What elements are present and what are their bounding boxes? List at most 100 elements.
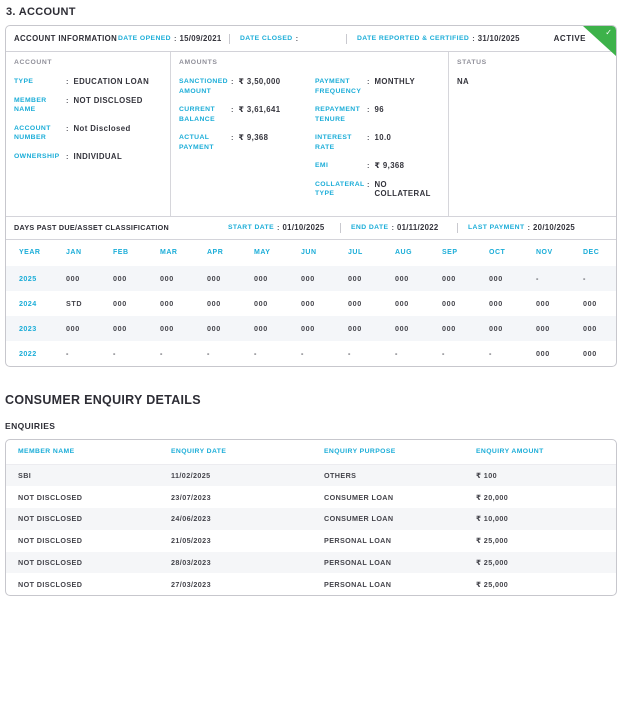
colon: :: [231, 105, 234, 124]
dpd-value-cell: 000: [489, 274, 536, 283]
dpd-value-cell: 000: [113, 324, 160, 333]
colon: :: [528, 223, 531, 232]
enquiry-cell: NOT DISCLOSED: [6, 514, 159, 523]
dpd-table-body: 2025 000 000 000 000 000: [6, 266, 616, 366]
vertical-divider: [229, 34, 230, 44]
end-date-value: 01/11/2022: [397, 223, 439, 232]
enquiry-cell: PERSONAL LOAN: [312, 580, 464, 589]
field-row: ACTUAL PAYMENT : ₹ 9,368: [179, 133, 311, 152]
dpd-value-cell: 000: [254, 274, 301, 283]
dpd-table-header: YEAR JAN FEB MAR APR MAY JUN JUL AUG SEP…: [6, 239, 616, 266]
enquiry-table-row: NOT DISCLOSED 23/07/2023 CONSUMER LOAN ₹…: [6, 486, 616, 508]
colon: :: [66, 96, 69, 115]
field-value: 96: [375, 105, 384, 124]
enquiry-cell: CONSUMER LOAN: [312, 493, 464, 502]
account-field-list: TYPE : EDUCATION LOAN MEMBER NAME : NOT …: [14, 77, 162, 161]
dpd-value-cell: -: [301, 349, 348, 358]
enquiry-cell: ₹ 25,000: [464, 580, 616, 589]
end-date-field: END DATE : 01/11/2022: [351, 223, 447, 232]
dpd-column-header: MAY: [254, 249, 301, 256]
dpd-value-cell: 000: [348, 274, 395, 283]
field-value: INDIVIDUAL: [74, 152, 123, 162]
field-row: SANCTIONED AMOUNT : ₹ 3,50,000: [179, 77, 311, 96]
vertical-divider: [346, 34, 347, 44]
field-value: Not Disclosed: [74, 124, 131, 143]
dpd-value-cell: 000: [66, 324, 113, 333]
dpd-column-header: JUN: [301, 249, 348, 256]
dpd-value-cell: 000: [301, 324, 348, 333]
field-label: REPAYMENT TENURE: [315, 105, 367, 124]
enquiry-cell: PERSONAL LOAN: [312, 536, 464, 545]
field-row: CURRENT BALANCE : ₹ 3,61,641: [179, 105, 311, 124]
colon: :: [66, 152, 69, 162]
dpd-value-cell: -: [395, 349, 442, 358]
status-column: STATUS NA: [449, 52, 616, 216]
dpd-value-cell: 000: [395, 274, 442, 283]
colon: :: [231, 133, 234, 152]
dpd-value-cell: STD: [66, 299, 113, 308]
field-value: ₹ 3,61,641: [239, 105, 281, 124]
enquiries-panel: MEMBER NAME ENQUIRY DATE ENQUIRY PURPOSE…: [5, 439, 617, 597]
enquiry-table-row: NOT DISCLOSED 28/03/2023 PERSONAL LOAN ₹…: [6, 552, 616, 574]
account-detail-columns: ACCOUNT TYPE : EDUCATION LOAN MEMBER NAM…: [6, 52, 616, 216]
date-reported-label: DATE REPORTED & CERTIFIED: [357, 35, 469, 42]
dpd-value-cell: -: [66, 349, 113, 358]
dpd-title: DAYS PAST DUE/ASSET CLASSIFICATION: [14, 223, 228, 232]
field-label: ACCOUNT NUMBER: [14, 124, 66, 143]
field-value: ₹ 9,368: [239, 133, 269, 152]
enquiry-cell: 24/06/2023: [159, 514, 312, 523]
dpd-value-cell: 000: [348, 299, 395, 308]
dpd-value-cell: 000: [442, 299, 489, 308]
status-column-heading: STATUS: [457, 59, 608, 66]
enquiries-subtitle: ENQUIRIES: [5, 421, 635, 431]
enquiry-table-body: SBI 11/02/2025 OTHERS ₹ 100 NOT: [6, 465, 616, 596]
dpd-column-header: FEB: [113, 249, 160, 256]
field-label: OWNERSHIP: [14, 152, 66, 162]
enquiry-cell: SBI: [6, 471, 159, 480]
enquiry-column-header: ENQUIRY AMOUNT: [464, 448, 616, 455]
field-value: NO COLLATERAL: [375, 180, 441, 199]
dpd-value-cell: 000: [301, 299, 348, 308]
amounts-subcol-1: SANCTIONED AMOUNT : ₹ 3,50,000 CURRENT B…: [179, 77, 311, 208]
enquiry-table-row: NOT DISCLOSED 27/03/2023 PERSONAL LOAN ₹…: [6, 573, 616, 595]
enquiry-cell: ₹ 25,000: [464, 558, 616, 567]
enquiry-cell: ₹ 25,000: [464, 536, 616, 545]
field-label: MEMBER NAME: [14, 96, 66, 115]
field-value: ₹ 9,368: [375, 161, 405, 171]
field-label: EMI: [315, 161, 367, 171]
dpd-column-header: JAN: [66, 249, 113, 256]
dpd-value-cell: -: [489, 349, 536, 358]
dpd-value-cell: -: [348, 349, 395, 358]
field-value: NOT DISCLOSED: [74, 96, 143, 115]
dpd-table-row: 2023 000 000 000 000 000: [6, 316, 616, 341]
field-value: 10.0: [375, 133, 392, 152]
dpd-value-cell: -: [254, 349, 301, 358]
dpd-value-cell: 000: [207, 299, 254, 308]
last-payment-field: LAST PAYMENT : 20/10/2025: [468, 223, 575, 232]
dpd-value-cell: 000: [536, 299, 583, 308]
dpd-value-cell: 000: [395, 324, 442, 333]
enquiry-table-row: NOT DISCLOSED 24/06/2023 CONSUMER LOAN ₹…: [6, 508, 616, 530]
field-value: MONTHLY: [375, 77, 416, 96]
colon: :: [296, 34, 299, 43]
field-row: PAYMENT FREQUENCY : MONTHLY: [315, 77, 440, 96]
dpd-value-cell: 000: [583, 299, 617, 308]
field-row: ACCOUNT NUMBER : Not Disclosed: [14, 124, 162, 143]
dpd-value-cell: 000: [583, 349, 617, 358]
dpd-header: DAYS PAST DUE/ASSET CLASSIFICATION START…: [6, 216, 616, 239]
last-payment-value: 20/10/2025: [533, 223, 575, 232]
enquiry-cell: NOT DISCLOSED: [6, 558, 159, 567]
credit-report-account-section: 3. ACCOUNT ✓ ACCOUNT INFORMATION DATE OP…: [0, 0, 640, 600]
colon: :: [367, 105, 370, 124]
field-label: INTEREST RATE: [315, 133, 367, 152]
colon: :: [66, 124, 69, 143]
enquiry-column-header: ENQUIRY PURPOSE: [312, 448, 464, 455]
enquiry-cell: CONSUMER LOAN: [312, 514, 464, 523]
dpd-value-cell: -: [113, 349, 160, 358]
account-column: ACCOUNT TYPE : EDUCATION LOAN MEMBER NAM…: [6, 52, 171, 216]
dpd-column-header: MAR: [160, 249, 207, 256]
section-title: 3. ACCOUNT: [6, 6, 635, 18]
dpd-value-cell: 000: [113, 274, 160, 283]
dpd-value-cell: 000: [254, 324, 301, 333]
dpd-year-cell: 2023: [19, 324, 66, 333]
